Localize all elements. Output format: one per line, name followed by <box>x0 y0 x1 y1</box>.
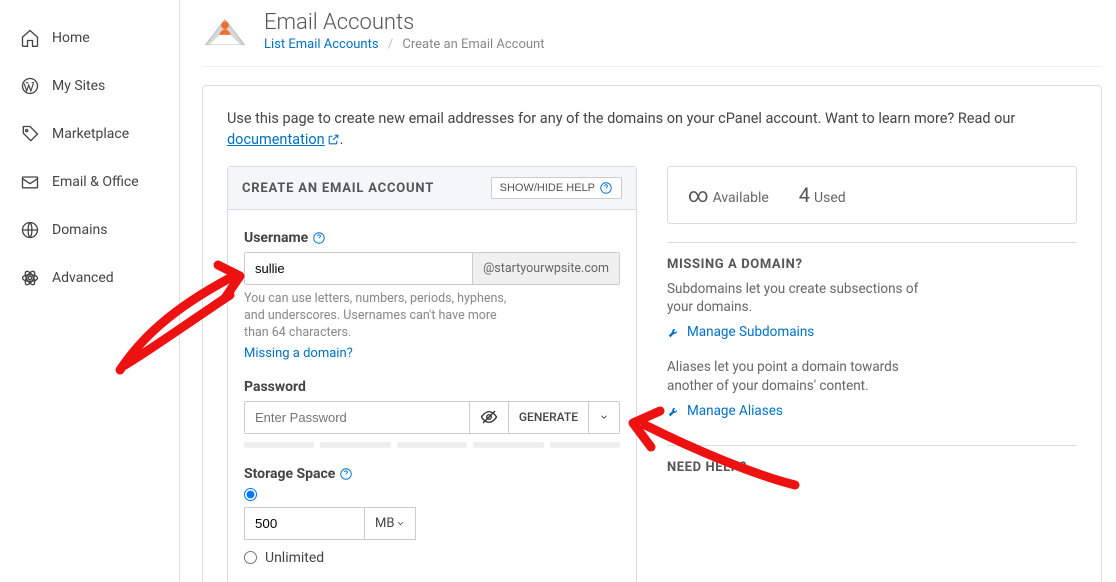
generate-button[interactable]: GENERATE <box>508 402 588 433</box>
manage-subdomains-link[interactable]: Manage Subdomains <box>667 324 1077 340</box>
password-label: Password <box>244 379 620 395</box>
sidebar-item-marketplace[interactable]: Marketplace <box>0 110 179 158</box>
sidebar-item-mysites[interactable]: My Sites <box>0 62 179 110</box>
sidebar-item-advanced[interactable]: Advanced <box>0 254 179 302</box>
radio-unlimited[interactable] <box>244 551 257 564</box>
help-icon[interactable] <box>339 467 353 481</box>
email-accounts-icon <box>202 8 248 54</box>
doc-link[interactable]: documentation <box>227 131 340 148</box>
atom-icon <box>20 268 40 288</box>
stat-used: 4Used <box>799 183 846 207</box>
storage-label: Storage Space <box>244 466 620 482</box>
home-icon <box>20 28 40 48</box>
mail-icon <box>20 172 40 192</box>
page-title: Email Accounts <box>264 10 545 35</box>
eye-off-icon <box>480 408 498 426</box>
help-icon[interactable] <box>312 231 326 245</box>
stat-available: ∞Available <box>688 183 769 207</box>
username-label: Username <box>244 230 620 246</box>
globe-icon <box>20 220 40 240</box>
stats-box: ∞Available 4Used <box>667 166 1077 224</box>
breadcrumb: List Email Accounts / Create an Email Ac… <box>264 37 545 52</box>
sidebar-item-label: Home <box>52 30 90 46</box>
wrench-icon <box>667 404 681 418</box>
toggle-visibility-button[interactable] <box>469 402 508 433</box>
show-hide-help-button[interactable]: SHOW/HIDE HELP <box>491 177 622 199</box>
page-header: Email Accounts List Email Accounts / Cre… <box>202 0 1102 67</box>
tag-icon <box>20 124 40 144</box>
breadcrumb-current: Create an Email Account <box>402 37 544 52</box>
content-panel: Use this page to create new email addres… <box>202 85 1102 582</box>
sidebar-item-home[interactable]: Home <box>0 14 179 62</box>
external-icon <box>327 133 340 146</box>
chevron-down-icon <box>396 519 405 528</box>
domain-suffix[interactable]: @startyourwpsite.com <box>472 253 619 284</box>
password-strength-meter <box>244 442 620 448</box>
sidebar-item-email[interactable]: Email & Office <box>0 158 179 206</box>
missing-domain-link[interactable]: Missing a domain? <box>244 346 353 361</box>
username-input[interactable] <box>245 253 472 284</box>
manage-aliases-link[interactable]: Manage Aliases <box>667 403 1077 419</box>
create-account-card: CREATE AN EMAIL ACCOUNT SHOW/HIDE HELP U… <box>227 166 637 582</box>
username-hint: You can use letters, numbers, periods, h… <box>244 291 524 342</box>
sidebar-item-label: Marketplace <box>52 126 129 142</box>
sidebar-item-label: Domains <box>52 222 107 238</box>
sidebar-item-label: Advanced <box>52 270 114 286</box>
generate-dropdown-button[interactable] <box>588 402 619 433</box>
main-content: Email Accounts List Email Accounts / Cre… <box>180 0 1116 582</box>
storage-fixed-radio[interactable] <box>244 488 620 501</box>
storage-value-input[interactable] <box>244 507 364 540</box>
sidebar-item-label: Email & Office <box>52 174 139 190</box>
breadcrumb-list-link[interactable]: List Email Accounts <box>264 37 379 52</box>
password-input[interactable] <box>245 402 469 433</box>
missing-domain-heading: MISSING A DOMAIN? <box>667 242 1077 272</box>
subdomain-text: Subdomains let you create subsections of… <box>667 280 927 316</box>
storage-unit-select[interactable]: MB <box>364 507 416 540</box>
radio-fixed[interactable] <box>244 488 257 501</box>
need-help-heading: NEED HELP? <box>667 445 1077 475</box>
chevron-down-icon <box>599 412 609 422</box>
card-title: CREATE AN EMAIL ACCOUNT <box>242 181 434 196</box>
sidebar-item-label: My Sites <box>52 78 105 94</box>
alias-text: Aliases let you point a domain towards a… <box>667 358 927 394</box>
wrench-icon <box>667 325 681 339</box>
password-group: GENERATE <box>244 401 620 434</box>
help-icon <box>599 181 613 195</box>
sidebar: Home My Sites Marketplace Email & Office… <box>0 0 180 582</box>
sidebar-item-domains[interactable]: Domains <box>0 206 179 254</box>
intro-text: Use this page to create new email addres… <box>227 108 1077 150</box>
storage-unlimited-radio[interactable]: Unlimited <box>244 550 620 566</box>
username-group: @startyourwpsite.com <box>244 252 620 285</box>
wp-icon <box>20 76 40 96</box>
